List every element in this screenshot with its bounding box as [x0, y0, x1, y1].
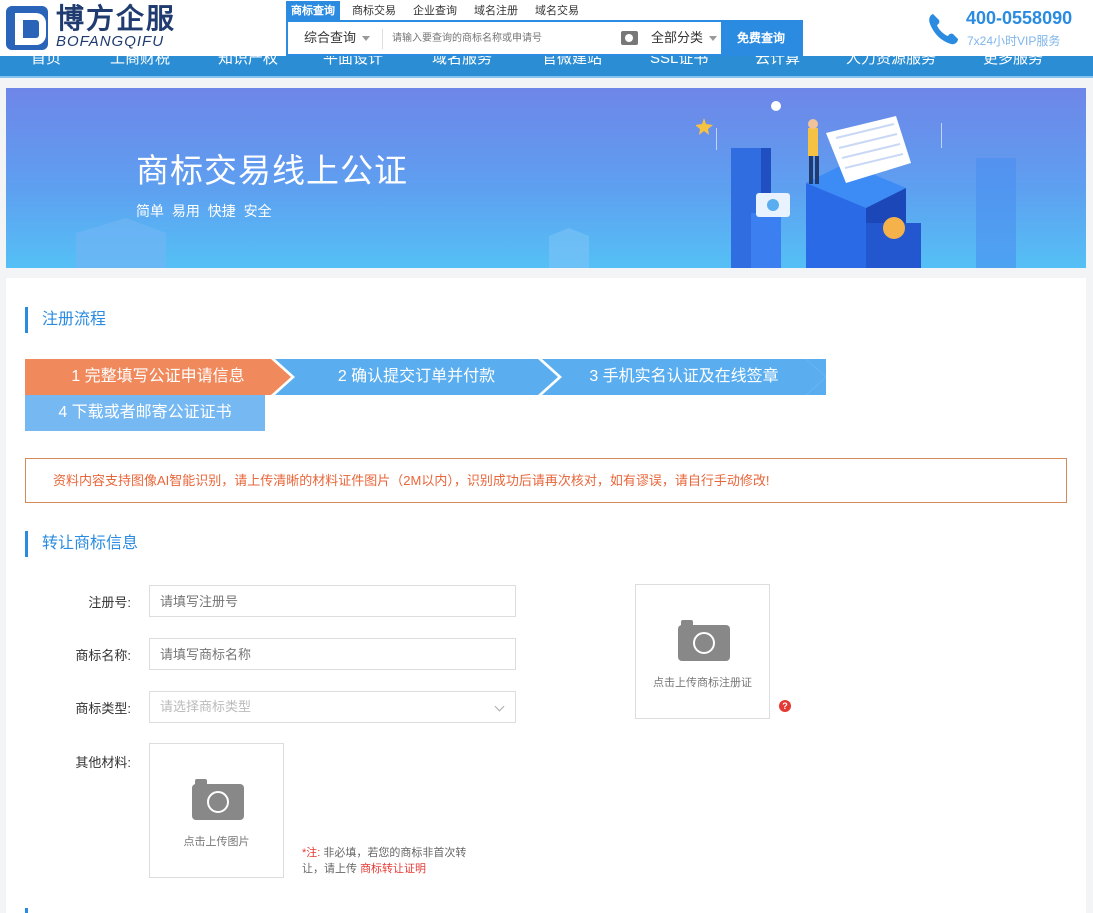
step-3-realname-sign: 3 手机实名认证及在线签章 — [542, 359, 826, 395]
camera-icon — [192, 779, 244, 820]
search-type-dropdown[interactable]: 综合查询 — [304, 22, 371, 54]
step-1-fill-info: 1 完整填写公证申请信息 — [25, 359, 291, 395]
category-label: 全部分类 — [651, 30, 704, 45]
tab-trademark-trade[interactable]: 商标交易 — [347, 1, 401, 21]
ai-recognition-notice: 资料内容支持图像AI智能识别，请上传清晰的材料证件图片（2M以内），识别成功后请… — [25, 458, 1067, 503]
search-divider — [382, 29, 383, 49]
banner-subtitle: 简单 易用 快捷 安全 — [136, 203, 272, 219]
help-icon[interactable]: ? — [779, 700, 791, 712]
search-type-label: 综合查询 — [304, 30, 357, 45]
hero-banner: 商标交易线上公证 简单 易用 快捷 安全 — [6, 88, 1086, 268]
brand-name-cn: 博方企服 — [56, 2, 177, 35]
nav-item-business-tax[interactable]: 工商财税 — [110, 56, 170, 68]
nav-item-ssl[interactable]: SSL证书 — [650, 56, 708, 68]
tm-name-label: 商标名称: — [75, 648, 131, 663]
banner-illustration — [696, 101, 1016, 268]
reg-no-input[interactable] — [149, 585, 516, 617]
nav-item-ip[interactable]: 知识产权 — [218, 56, 278, 68]
chevron-down-icon — [362, 36, 371, 42]
content-card: 注册流程 1 完整填写公证申请信息 2 确认提交订单并付款 3 手机实名认证及在… — [6, 278, 1086, 913]
chevron-down-icon — [709, 36, 718, 42]
transfer-proof-link[interactable]: 商标转让证明 — [360, 863, 426, 875]
tm-type-placeholder: 请选择商标类型 — [160, 699, 252, 714]
tm-type-select[interactable]: 请选择商标类型 — [149, 691, 516, 723]
transfer-proof-note: *注: 非必填，若您的商标非首次转让，请上传 商标转让证明 — [302, 845, 477, 877]
step-2-confirm-pay: 2 确认提交订单并付款 — [275, 359, 558, 395]
tm-name-input[interactable] — [149, 638, 516, 670]
tab-trademark-search[interactable]: 商标查询 — [286, 1, 340, 21]
nav-item-hr[interactable]: 人力资源服务 — [846, 56, 936, 68]
category-dropdown[interactable]: 全部分类 — [651, 22, 718, 54]
banner-title: 商标交易线上公证 — [136, 152, 408, 189]
upload-cert-box[interactable]: 点击上传商标注册证 — [635, 584, 770, 719]
nav-item-cloud[interactable]: 云计算 — [755, 56, 800, 68]
nav-item-domain[interactable]: 域名服务 — [432, 56, 492, 68]
nav-item-home[interactable]: 首页 — [31, 56, 61, 68]
step-4-download-mail: 4 下载或者邮寄公证证书 — [25, 395, 265, 431]
chevron-down-icon — [494, 701, 505, 712]
transfer-info-section-title: 转让商标信息 — [25, 531, 138, 557]
banner-decoration — [549, 228, 589, 268]
search-button[interactable]: 免费查询 — [721, 22, 801, 54]
upload-image-box[interactable]: 点击上传图片 — [149, 743, 284, 878]
tab-domain-trade[interactable]: 域名交易 — [530, 1, 584, 21]
note-prefix: *注: — [302, 847, 321, 859]
phone-icon — [929, 14, 958, 45]
search-tabs: 商标查询 商标交易 企业查询 域名注册 域名交易 — [286, 1, 591, 21]
header: 博方企服 BOFANGQIFU 商标查询 商标交易 企业查询 域名注册 域名交易… — [0, 0, 1093, 56]
brand-name-en: BOFANGQIFU — [56, 33, 165, 50]
nav-item-more[interactable]: 更多服务 — [983, 56, 1043, 68]
reg-no-label: 注册号: — [88, 595, 131, 610]
search-box: 综合查询 全部分类 免费查询 — [286, 20, 803, 56]
search-input[interactable] — [392, 26, 612, 50]
main-nav: 首页 工商财税 知识产权 平面设计 域名服务 官微建站 SSL证书 云计算 人力… — [0, 56, 1093, 78]
upload-cert-label: 点击上传商标注册证 — [653, 677, 752, 689]
phone-number: 400-0558090 — [966, 8, 1073, 28]
next-section-marker — [25, 908, 28, 913]
nav-item-graphic-design[interactable]: 平面设计 — [323, 56, 383, 68]
upload-image-label: 点击上传图片 — [183, 836, 250, 848]
brand-logo[interactable]: 博方企服 BOFANGQIFU — [6, 4, 176, 52]
tab-company-search[interactable]: 企业查询 — [408, 1, 462, 21]
tm-type-label: 商标类型: — [75, 701, 131, 716]
camera-icon[interactable] — [621, 31, 638, 45]
process-section-title: 注册流程 — [25, 307, 106, 333]
service-hours: 7x24小时VIP服务 — [967, 34, 1061, 48]
logo-icon — [6, 6, 48, 50]
camera-icon — [678, 620, 730, 661]
other-materials-label: 其他材料: — [75, 755, 131, 770]
banner-decoration — [76, 218, 166, 268]
tab-domain-register[interactable]: 域名注册 — [469, 1, 523, 21]
nav-item-website[interactable]: 官微建站 — [542, 56, 602, 68]
